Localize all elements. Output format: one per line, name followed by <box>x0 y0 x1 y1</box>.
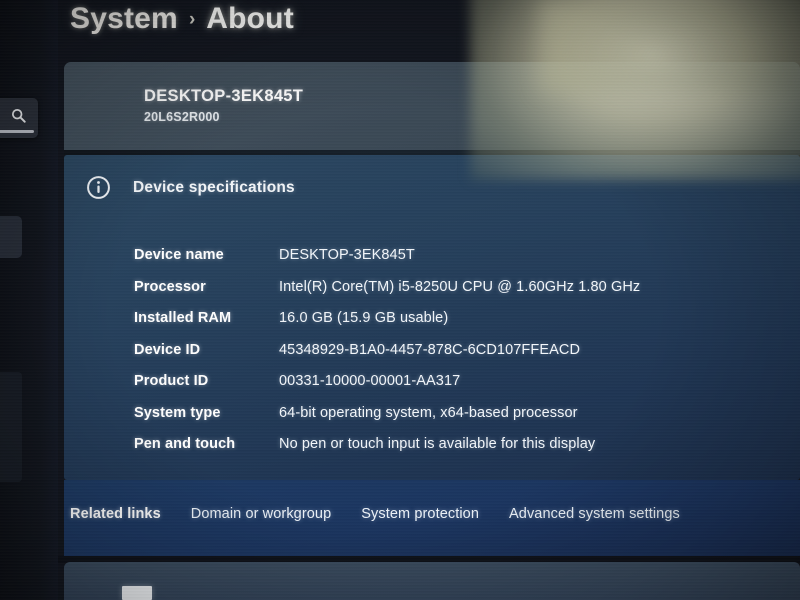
table-row: Device name DESKTOP-3EK845T <box>134 247 794 279</box>
spec-label-processor: Processor <box>134 278 206 295</box>
device-specifications-header[interactable]: Device specifications <box>86 175 295 200</box>
search-icon <box>11 108 26 123</box>
next-settings-card[interactable] <box>64 562 800 600</box>
next-card-icon <box>122 586 152 600</box>
related-links-row: Related links Domain or workgroup System… <box>70 506 680 522</box>
table-row: System type 64-bit operating system, x64… <box>134 405 794 437</box>
breadcrumb: System › About <box>70 2 294 36</box>
device-specifications-card: Device specifications Device name DESKTO… <box>64 155 800 480</box>
related-links-title: Related links <box>70 506 161 522</box>
spec-label-installed-ram: Installed RAM <box>134 310 232 326</box>
table-row: Pen and touch No pen or touch input is a… <box>134 436 794 468</box>
table-row: Processor Intel(R) Core(TM) i5-8250U CPU… <box>134 279 794 311</box>
breadcrumb-current: About <box>206 2 294 35</box>
spec-label-pen-and-touch: Pen and touch <box>134 436 236 452</box>
device-name-heading: DESKTOP-3EK845T <box>144 87 304 105</box>
info-circle-icon <box>87 176 110 199</box>
content-area: System › About DESKTOP-3EK845T 20L6S2R00… <box>58 0 800 600</box>
navigation-rail <box>0 0 58 600</box>
link-system-protection[interactable]: System protection <box>361 506 479 522</box>
sidebar-item-system[interactable] <box>0 216 22 258</box>
device-model-subtitle: 20L6S2R000 <box>144 110 220 124</box>
device-summary-card: DESKTOP-3EK845T 20L6S2R000 <box>64 62 800 152</box>
specifications-table: Device name DESKTOP-3EK845T Processor In… <box>134 247 794 468</box>
search-underline <box>0 130 34 133</box>
spec-value-product-id: 00331-10000-00001-AA317 <box>279 373 461 389</box>
spec-value-system-type: 64-bit operating system, x64-based proce… <box>279 404 578 421</box>
table-row: Installed RAM 16.0 GB (15.9 GB usable) <box>134 310 794 342</box>
spec-value-device-name: DESKTOP-3EK845T <box>279 247 415 263</box>
spec-value-installed-ram: 16.0 GB (15.9 GB usable) <box>279 310 449 326</box>
spec-label-device-id: Device ID <box>134 341 201 358</box>
chevron-right-icon: › <box>188 9 196 30</box>
related-links-card: Related links Domain or workgroup System… <box>64 480 800 556</box>
link-domain-or-workgroup[interactable]: Domain or workgroup <box>191 506 332 522</box>
sidebar-item-secondary[interactable] <box>0 372 22 482</box>
spec-label-product-id: Product ID <box>134 373 209 389</box>
device-specifications-title: Device specifications <box>133 178 295 196</box>
about-settings-screen: System › About DESKTOP-3EK845T 20L6S2R00… <box>0 0 800 600</box>
spec-value-device-id: 45348929-B1A0-4457-878C-6CD107FFEACD <box>279 341 581 358</box>
breadcrumb-root[interactable]: System <box>70 2 178 36</box>
table-row: Product ID 00331-10000-00001-AA317 <box>134 373 794 405</box>
spec-value-pen-and-touch: No pen or touch input is available for t… <box>279 436 596 452</box>
spec-value-processor: Intel(R) Core(TM) i5-8250U CPU @ 1.60GHz… <box>279 278 641 295</box>
spec-label-system-type: System type <box>134 404 221 421</box>
spec-label-device-name: Device name <box>134 247 224 263</box>
table-row: Device ID 45348929-B1A0-4457-878C-6CD107… <box>134 342 794 374</box>
link-advanced-system-settings[interactable]: Advanced system settings <box>509 506 680 522</box>
